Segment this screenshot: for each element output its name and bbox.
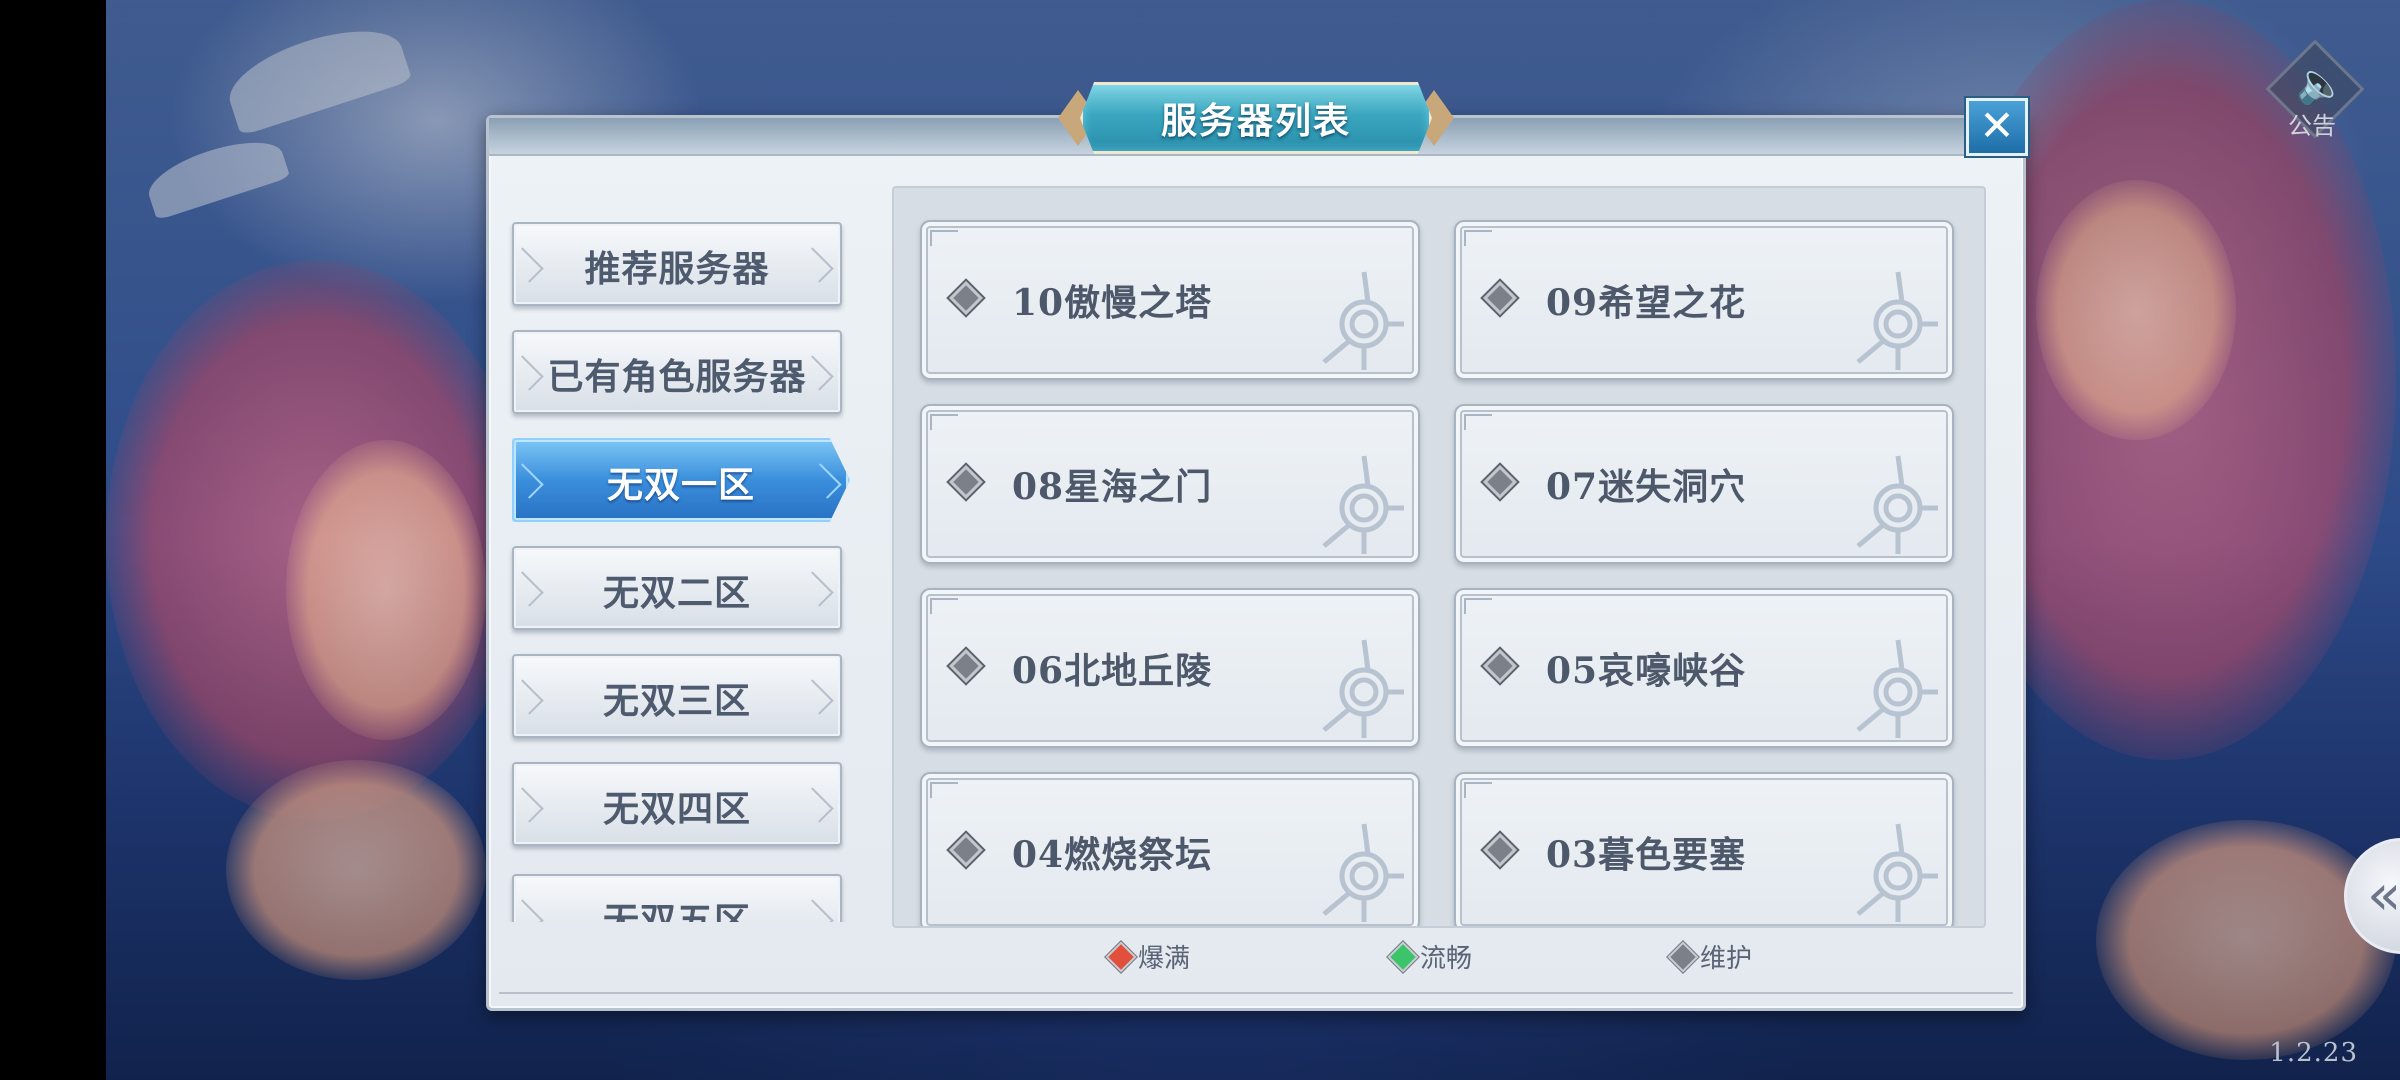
server-card[interactable]: 07迷失洞穴	[1454, 404, 1954, 564]
card-corner-ornament	[1464, 230, 1492, 246]
status-maintenance-icon	[1483, 833, 1517, 867]
status-maintenance-icon	[949, 649, 983, 683]
tab-zone-1[interactable]: 无双一区	[512, 438, 850, 522]
status-full-icon	[1105, 941, 1137, 973]
status-maintenance-icon	[949, 281, 983, 315]
server-name: 05哀嚎峡谷	[1546, 650, 1747, 692]
status-maintenance-icon	[1483, 649, 1517, 683]
status-maintenance-icon	[949, 465, 983, 499]
tab-label: 已有角色服务器	[547, 356, 807, 398]
spiral-sun-emblem-icon	[1322, 455, 1404, 554]
spiral-sun-emblem-icon	[1856, 823, 1938, 922]
tab-zone-4[interactable]: 无双四区	[512, 762, 842, 846]
legend-label: 维护	[1700, 944, 1753, 974]
server-name: 04燃烧祭坛	[1012, 834, 1213, 876]
tab-label: 无双五区	[602, 900, 751, 922]
server-name: 08星海之门	[1012, 466, 1213, 508]
close-icon: ✕	[1979, 101, 2015, 150]
tab-existing-characters[interactable]: 已有角色服务器	[512, 330, 842, 414]
card-corner-ornament	[1464, 414, 1492, 430]
spiral-sun-emblem-icon	[1322, 271, 1404, 370]
server-name: 06北地丘陵	[1012, 650, 1213, 692]
server-group-tabs: 推荐服务器 已有角色服务器 无双一区 无双二区 无双三区 无双四区 无双五区	[508, 222, 878, 922]
status-smooth-icon	[1387, 941, 1419, 973]
version-label: 1.2.23	[2269, 1038, 2358, 1068]
notice-label: 公告	[2288, 112, 2336, 140]
server-card[interactable]: 03暮色要塞	[1454, 772, 1954, 926]
spiral-sun-emblem-icon	[1856, 455, 1938, 554]
server-name: 09希望之花	[1546, 282, 1747, 324]
spiral-sun-emblem-icon	[1322, 823, 1404, 922]
tab-zone-2[interactable]: 无双二区	[512, 546, 842, 630]
spiral-sun-emblem-icon	[1856, 639, 1938, 738]
status-maintenance-icon	[1483, 281, 1517, 315]
title-plate: 服务器列表	[1058, 78, 1454, 158]
server-card[interactable]: 09希望之花	[1454, 220, 1954, 380]
status-legend: 爆满 流畅 维护	[0, 936, 2400, 976]
card-corner-ornament	[1464, 782, 1492, 798]
server-card[interactable]: 08星海之门	[920, 404, 1420, 564]
status-maintenance-icon	[1667, 941, 1699, 973]
legend-label: 爆满	[1138, 944, 1191, 974]
game-screen: 🔈 公告 « 服务器列表 ✕ 推荐服务器 已有角色服务器 无双一区 无双二区 无…	[0, 0, 2400, 1080]
server-grid: 10傲慢之塔 09希望之花 08星海之门 07迷失洞穴 06北地丘陵 05哀嚎峡…	[892, 186, 1986, 928]
status-maintenance-icon	[1483, 465, 1517, 499]
tab-label: 无双二区	[602, 572, 751, 614]
server-card[interactable]: 05哀嚎峡谷	[1454, 588, 1954, 748]
close-button[interactable]: ✕	[1966, 98, 2028, 156]
tab-zone-3[interactable]: 无双三区	[512, 654, 842, 738]
status-maintenance-icon	[949, 833, 983, 867]
panel-footer-line	[499, 992, 2013, 1000]
notice-button[interactable]: 🔈 公告	[2262, 36, 2365, 140]
card-corner-ornament	[1464, 598, 1492, 614]
server-card[interactable]: 10傲慢之塔	[920, 220, 1420, 380]
server-name: 03暮色要塞	[1546, 834, 1747, 876]
card-corner-ornament	[930, 230, 958, 246]
spiral-sun-emblem-icon	[1856, 271, 1938, 370]
panel-title: 服务器列表	[1160, 100, 1351, 142]
tab-label: 推荐服务器	[584, 248, 770, 290]
legend-label: 流畅	[1420, 944, 1473, 974]
card-corner-ornament	[930, 782, 958, 798]
card-corner-ornament	[930, 414, 958, 430]
tab-zone-5[interactable]: 无双五区	[512, 874, 842, 922]
speaker-icon: 🔈	[2296, 61, 2346, 107]
tab-label: 无双三区	[602, 680, 751, 722]
card-corner-ornament	[930, 598, 958, 614]
server-name: 10傲慢之塔	[1012, 282, 1213, 324]
tab-label: 无双四区	[602, 788, 751, 830]
tab-label: 无双一区	[606, 464, 755, 506]
server-name: 07迷失洞穴	[1546, 466, 1747, 508]
spiral-sun-emblem-icon	[1322, 639, 1404, 738]
tab-recommended[interactable]: 推荐服务器	[512, 222, 842, 306]
double-chevron-left-icon: «	[2367, 863, 2400, 928]
server-card[interactable]: 04燃烧祭坛	[920, 772, 1420, 926]
server-card[interactable]: 06北地丘陵	[920, 588, 1420, 748]
